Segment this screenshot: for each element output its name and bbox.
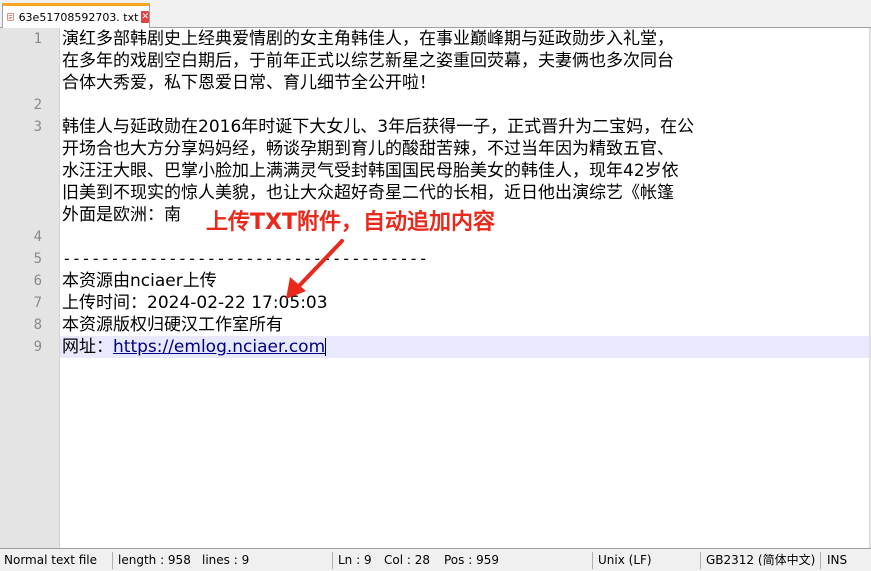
status-eol: Unix (LF) (598, 553, 652, 567)
status-file-type: Normal text file (4, 553, 98, 567)
url-link[interactable]: https://emlog.nciaer.com (113, 337, 325, 357)
line-number: 2 (33, 97, 42, 113)
line-number: 4 (33, 229, 42, 245)
line-number: 8 (33, 317, 42, 333)
line-number: 1 (33, 31, 42, 47)
status-col: Col : 28 (384, 553, 430, 567)
line-number: 3 (33, 119, 42, 135)
status-length: length : 958 (118, 553, 191, 567)
status-encoding: GB2312 (简体中文) (706, 553, 816, 567)
url-label: 网址： (62, 337, 113, 357)
tab-filename: 63e51708592703. txt (18, 10, 139, 24)
text-line: 开场合也大方分享妈妈经，畅谈孕期到育儿的酸甜苦辣，不过当年因为精致五官、 (62, 139, 674, 159)
text-line: 在多年的戏剧空白期后，于前年正式以综艺新星之姿重回荧幕，夫妻俩也多次同台 (62, 51, 674, 71)
text-line: 旧美到不现实的惊人美貌，也让大众超好奇星二代的长相，近日他出演综艺《帐篷 (62, 183, 674, 203)
line-number: 7 (33, 295, 42, 311)
text-line: 上传时间：2024-02-22 17:05:03 (62, 293, 328, 313)
status-bar: Normal text file length : 958 lines : 9 … (0, 548, 871, 571)
status-pos: Pos : 959 (444, 553, 499, 567)
line-number: 5 (33, 251, 42, 267)
status-lines: lines : 9 (202, 553, 250, 567)
text-line: 合体大秀爱，私下恩爱日常、育儿细节全公开啦！ (62, 73, 436, 93)
annotation-label: 上传TXT附件，自动追加内容 (206, 210, 495, 235)
text-line: 网址：https://emlog.nciaer.com (62, 336, 868, 358)
text-caret (325, 338, 327, 356)
status-divider (332, 552, 333, 569)
separator-line: -------------------------------------- (62, 249, 429, 268)
line-number: 9 (33, 339, 42, 355)
text-line: 本资源版权归硬汉工作室所有 (62, 315, 283, 335)
editor-pane[interactable]: 1 2 3 4 5 6 7 8 9 演红多部韩剧史上经典爱情剧的女主角韩佳人，在… (0, 28, 871, 548)
status-mode: INS (827, 553, 848, 567)
text-line: 韩佳人与延政勋在2016年时诞下大女儿、3年后获得一子，正式晋升为二宝妈，在公 (62, 117, 695, 137)
file-tab[interactable]: 63e51708592703. txt ✕ (2, 3, 150, 28)
file-icon (7, 13, 14, 21)
line-number: 6 (33, 273, 42, 289)
text-area[interactable]: 演红多部韩剧史上经典爱情剧的女主角韩佳人，在事业巅峰期与延政勋步入礼堂， 在多年… (62, 28, 868, 548)
status-ln: Ln : 9 (338, 553, 372, 567)
text-line: 本资源由nciaer上传 (62, 271, 217, 291)
tab-bar: 63e51708592703. txt ✕ (0, 0, 871, 28)
status-divider (700, 552, 701, 569)
close-icon[interactable]: ✕ (141, 11, 149, 23)
annotation-arrow-icon (286, 239, 344, 299)
line-number-gutter: 1 2 3 4 5 6 7 8 9 (0, 28, 60, 548)
status-divider (592, 552, 593, 569)
status-divider (112, 552, 113, 569)
text-line: 水汪汪大眼、巴掌小脸加上满满灵气受封韩国国民母胎美女的韩佳人，现年42岁依 (62, 161, 679, 181)
status-divider (820, 552, 821, 569)
text-line: 演红多部韩剧史上经典爱情剧的女主角韩佳人，在事业巅峰期与延政勋步入礼堂， (62, 29, 674, 49)
